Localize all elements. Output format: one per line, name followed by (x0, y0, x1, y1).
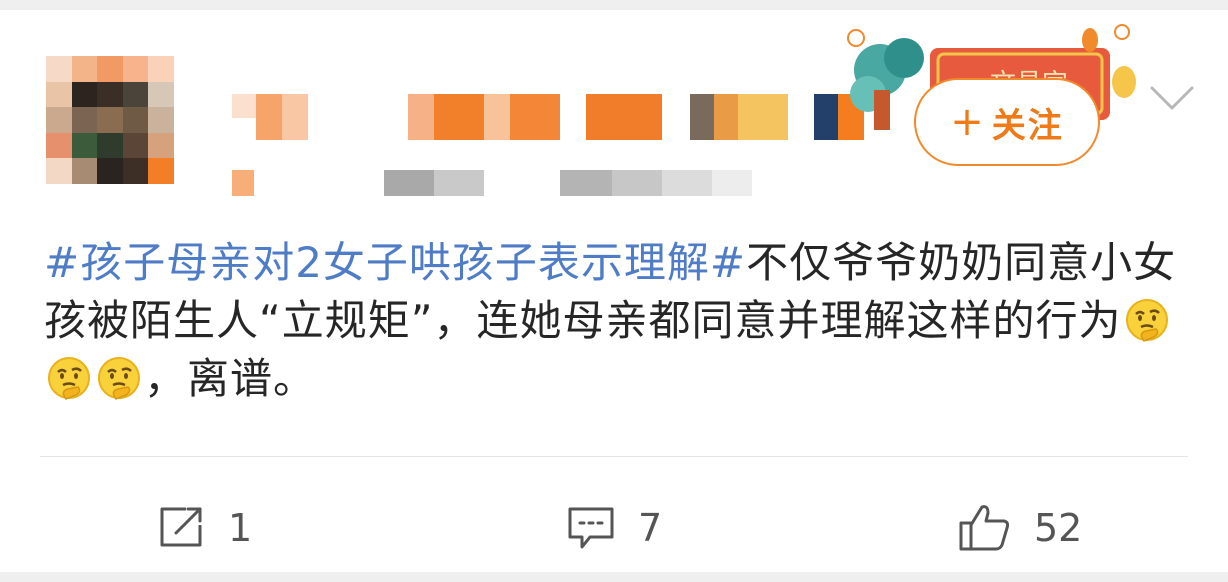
comment-icon (568, 507, 614, 549)
post-text: #孩子母亲对2女子哄孩子表示理解#不仅爷爷奶奶同意小女孩被陌生人“立规矩”，连她… (44, 234, 1194, 408)
chevron-down-icon[interactable] (1148, 82, 1196, 114)
thinking-face-emoji-icon (48, 357, 90, 400)
weibo-post-card: 文昌宫 + 关注 #孩子母亲对2女子哄孩子表示理解#不仅爷爷奶奶同意小女孩被陌生… (0, 10, 1228, 572)
username-pixelated[interactable] (232, 94, 864, 140)
share-button[interactable]: 1 (156, 500, 252, 556)
like-count: 52 (1034, 506, 1083, 550)
hashtag-link[interactable]: #孩子母亲对2女子哄孩子表示理解# (44, 238, 746, 287)
like-button[interactable]: 52 (958, 500, 1082, 556)
post-meta-pixelated (232, 170, 752, 196)
plus-icon: + (950, 99, 986, 145)
comment-button[interactable]: 7 (566, 500, 662, 556)
share-icon (160, 507, 202, 547)
follow-label: 关注 (991, 105, 1064, 146)
comment-count: 7 (638, 506, 663, 550)
thinking-face-emoji-icon (1125, 299, 1168, 342)
post-body-text-end: ，离谱。 (144, 354, 317, 403)
divider (40, 456, 1188, 457)
thinking-face-emoji-icon (98, 357, 140, 400)
avatar[interactable] (46, 56, 174, 184)
share-count: 1 (228, 506, 253, 550)
thumbs-up-icon (959, 505, 1010, 551)
follow-button[interactable]: + 关注 (914, 78, 1100, 166)
